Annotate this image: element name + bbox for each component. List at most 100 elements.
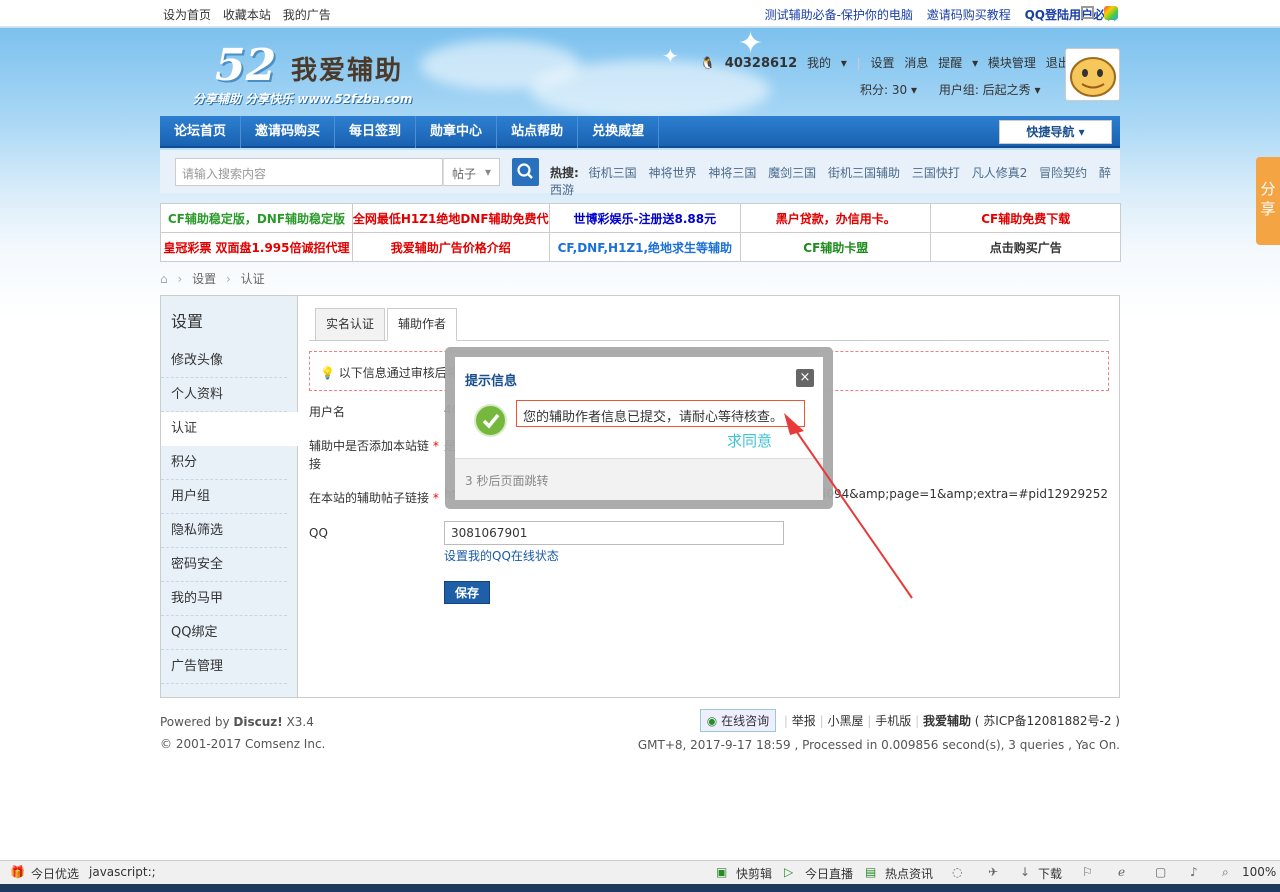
search-bar: 请输入搜索内容 帖子 ▾ 热搜: 街机三国 神将世界 神将三国 魔剑三国 街机三国… bbox=[160, 150, 1120, 197]
ad-link[interactable]: 世博彩娱乐-注册送8.88元 bbox=[548, 203, 742, 233]
avatar-face-icon bbox=[1070, 57, 1116, 97]
sidebar-item-password[interactable]: 密码安全 bbox=[161, 548, 287, 582]
window-icon[interactable]: ▢ bbox=[1155, 865, 1166, 879]
sidebar-item-avatar[interactable]: 修改头像 bbox=[161, 344, 287, 378]
my-ads-link[interactable]: 我的广告 bbox=[283, 8, 331, 22]
fullscreen-icon[interactable] bbox=[1081, 6, 1094, 19]
ad-link[interactable]: CF,DNF,H1Z1,绝地求生等辅助 bbox=[548, 232, 742, 262]
footer-icp[interactable]: ( 苏ICP备12081882号-2 ) bbox=[975, 714, 1120, 728]
nav-site-help[interactable]: 站点帮助 bbox=[497, 116, 579, 148]
tab-real-name[interactable]: 实名认证 bbox=[315, 308, 386, 341]
online-consult-button[interactable]: ◉ 在线咨询 bbox=[699, 709, 777, 732]
sidebar-item-privacy[interactable]: 隐私筛选 bbox=[161, 514, 287, 548]
status-hot-news[interactable]: 热点资讯 bbox=[885, 865, 933, 882]
sidebar-item-usergroup[interactable]: 用户组 bbox=[161, 480, 287, 514]
ad-links-table: CF辅助稳定版，DNF辅助稳定版 全网最低H1Z1绝地DNF辅助免费代 世博彩娱… bbox=[160, 203, 1121, 262]
qq-input[interactable]: 3081067901 bbox=[444, 521, 784, 545]
hot-label: 热搜: bbox=[550, 166, 579, 180]
status-download[interactable]: 下载 bbox=[1038, 865, 1062, 882]
ie-icon[interactable]: ℯ bbox=[1118, 865, 1125, 879]
invite-tutorial-link[interactable]: 邀请码购买教程 bbox=[927, 8, 1011, 22]
nav-medal-center[interactable]: 勋章中心 bbox=[416, 116, 498, 148]
menu-settings[interactable]: 设置 bbox=[871, 56, 895, 70]
hot-link[interactable]: 冒险契约 bbox=[1039, 166, 1087, 180]
set-homepage-link[interactable]: 设为首页 bbox=[163, 8, 211, 22]
news-icon: ▤ bbox=[865, 865, 877, 879]
menu-reminders[interactable]: 提醒 ▾ bbox=[938, 56, 978, 70]
ad-link[interactable]: CF辅助卡盟 bbox=[740, 232, 932, 262]
status-live[interactable]: 今日直播 bbox=[805, 865, 853, 882]
sidebar-item-profile[interactable]: 个人资料 bbox=[161, 378, 287, 412]
menu-messages[interactable]: 消息 bbox=[904, 56, 928, 70]
nav-daily-signin[interactable]: 每日签到 bbox=[335, 116, 417, 148]
link-added-label-cont: 接 bbox=[309, 457, 322, 471]
sound-icon[interactable]: ♪ bbox=[1190, 865, 1198, 879]
powered-by: Powered by Discuz! X3.4 bbox=[160, 715, 314, 729]
ad-row: 皇冠彩票 双面盘1.995倍诚招代理 我爱辅助广告价格介绍 CF,DNF,H1Z… bbox=[160, 232, 1121, 262]
hot-link[interactable]: 街机三国辅助 bbox=[828, 166, 900, 180]
ad-link[interactable]: 全网最低H1Z1绝地DNF辅助免费代 bbox=[351, 203, 550, 233]
hot-link[interactable]: 神将三国 bbox=[708, 166, 756, 180]
status-zoom[interactable]: 100% bbox=[1242, 865, 1276, 879]
hot-link[interactable]: 凡人修真2 bbox=[972, 166, 1028, 180]
discuz-link[interactable]: Discuz! bbox=[233, 715, 282, 729]
search-type-select[interactable]: 帖子 ▾ bbox=[443, 158, 500, 186]
logo-number[interactable]: 52 bbox=[215, 40, 276, 91]
footer-report[interactable]: 举报 bbox=[792, 714, 816, 728]
sidebar-item-ad-manage[interactable]: 广告管理 bbox=[161, 650, 287, 684]
ad-link[interactable]: CF辅助稳定版，DNF辅助稳定版 bbox=[160, 203, 353, 233]
home-icon[interactable]: ⌂ bbox=[160, 272, 168, 286]
status-quick-cut[interactable]: 快剪辑 bbox=[736, 865, 772, 882]
footer-site-name[interactable]: 我爱辅助 bbox=[923, 714, 971, 728]
top-links-right: 测试辅助必备-保护你的电脑 邀请码购买教程 QQ登陆用户必看 bbox=[755, 6, 1117, 23]
nav-forum-home[interactable]: 论坛首页 bbox=[160, 116, 242, 148]
search-input[interactable]: 请输入搜索内容 bbox=[175, 158, 443, 186]
breadcrumb-settings[interactable]: 设置 bbox=[192, 272, 216, 286]
footer-mobile[interactable]: 手机版 bbox=[875, 714, 911, 728]
color-theme-icon[interactable] bbox=[1104, 6, 1118, 20]
hot-link[interactable]: 街机三国 bbox=[589, 166, 637, 180]
footer-blackroom[interactable]: 小黑屋 bbox=[828, 714, 864, 728]
tab-assist-author[interactable]: 辅助作者 bbox=[387, 308, 458, 341]
chat-icon: ◉ bbox=[706, 714, 718, 728]
ad-link[interactable]: CF辅助免费下载 bbox=[930, 203, 1121, 233]
quick-nav-button[interactable]: 快捷导航 ▾ bbox=[999, 120, 1112, 144]
hot-link[interactable]: 三国快打 bbox=[912, 166, 960, 180]
sidebar-item-alt-accounts[interactable]: 我的马甲 bbox=[161, 582, 287, 616]
ad-link[interactable]: 皇冠彩票 双面盘1.995倍诚招代理 bbox=[160, 232, 353, 262]
sidebar-item-verification[interactable]: 认证 bbox=[161, 412, 298, 446]
avatar[interactable] bbox=[1065, 48, 1120, 101]
top-bar: 设为首页 收藏本站 我的广告 测试辅助必备-保护你的电脑 邀请码购买教程 QQ登… bbox=[0, 0, 1280, 27]
ad-link[interactable]: 点击购买广告 bbox=[930, 232, 1121, 262]
hot-link[interactable]: 神将世界 bbox=[648, 166, 696, 180]
gift-icon: 🎁 bbox=[10, 865, 25, 879]
share-side-tab[interactable]: 分享 bbox=[1256, 157, 1280, 245]
sidebar-item-points[interactable]: 积分 bbox=[161, 446, 287, 480]
close-icon[interactable]: × bbox=[796, 369, 814, 387]
footer-right: ◉ 在线咨询 | 举报 | 小黑屋 | 手机版 | 我爱辅助 ( 苏ICP备12… bbox=[638, 709, 1120, 752]
save-button[interactable]: 保存 bbox=[444, 581, 490, 604]
speed-icon[interactable]: ◌ bbox=[952, 865, 962, 879]
logo-name[interactable]: 我爱辅助 bbox=[291, 50, 403, 87]
flag-icon[interactable]: ⚐ bbox=[1082, 865, 1093, 879]
ad-link[interactable]: 黑户贷款，办信用卡。 bbox=[740, 203, 932, 233]
menu-my[interactable]: 我的 ▾ bbox=[807, 56, 847, 70]
status-daily-pick[interactable]: 今日优选 bbox=[31, 865, 79, 882]
nav-invite-buy[interactable]: 邀请码购买 bbox=[241, 116, 336, 148]
search-button[interactable] bbox=[512, 158, 539, 186]
bookmark-link[interactable]: 收藏本站 bbox=[223, 8, 271, 22]
link-added-label: 辅助中是否添加本站链 * bbox=[309, 439, 439, 453]
hot-link[interactable]: 魔剑三国 bbox=[768, 166, 816, 180]
user-group[interactable]: 用户组: 后起之秀 ▾ bbox=[939, 83, 1041, 97]
nav-exchange-prestige[interactable]: 兑换威望 bbox=[578, 116, 660, 148]
ad-link[interactable]: 我爱辅助广告价格介绍 bbox=[351, 232, 550, 262]
user-id[interactable]: 40328612 bbox=[725, 56, 797, 71]
user-points[interactable]: 积分: 30 ▾ bbox=[860, 83, 917, 97]
sidebar-item-qq-bind[interactable]: QQ绑定 bbox=[161, 616, 287, 650]
pin-icon[interactable]: ✈ bbox=[988, 865, 998, 879]
menu-module-manage[interactable]: 模块管理 bbox=[988, 56, 1036, 70]
qq-status-link[interactable]: 设置我的QQ在线状态 bbox=[444, 547, 559, 564]
security-test-link[interactable]: 测试辅助必备-保护你的电脑 bbox=[765, 8, 913, 22]
user-menu: 🐧 40328612 我的 ▾ | 设置 消息 提醒 ▾ 模块管理 退出 bbox=[700, 56, 1070, 71]
logo-slogan: 分享辅助 分享快乐 www.52fzba.com bbox=[193, 92, 413, 106]
